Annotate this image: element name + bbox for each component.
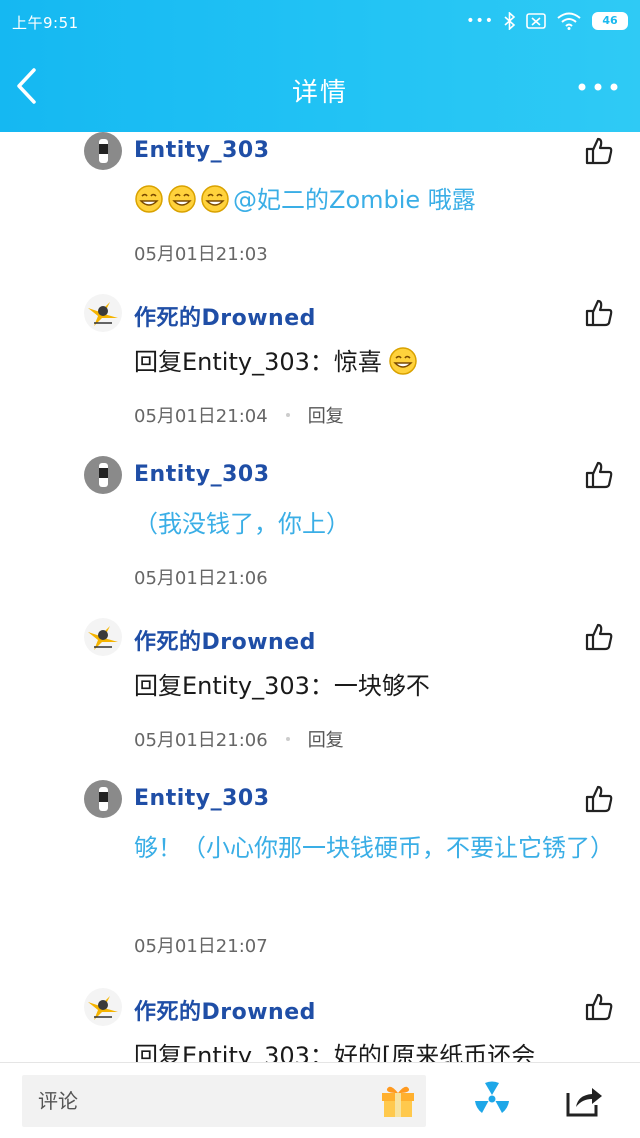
more-dots-icon bbox=[578, 83, 618, 91]
comment-time: 05月01日21:07 bbox=[134, 936, 268, 957]
more-dots-icon: ••• bbox=[466, 13, 494, 29]
comment-text: （我没钱了，你上） bbox=[134, 510, 350, 538]
comment-time: 05月01日21:06 bbox=[134, 730, 268, 751]
comment-item: 作死的Drowned 回复Entity_303：一块够不 05月01日21:06… bbox=[0, 618, 640, 780]
share-button[interactable] bbox=[564, 1079, 604, 1119]
bluetooth-icon bbox=[504, 12, 516, 30]
page-title: 详情 bbox=[291, 78, 348, 108]
comment-text: @妃二的Zombie 哦露 bbox=[134, 180, 624, 220]
comment-text-body: 回复Entity_303：惊喜 bbox=[134, 348, 382, 376]
share-icon bbox=[566, 1088, 602, 1117]
status-time: 上午9:51 bbox=[12, 14, 79, 32]
thumbs-up-icon bbox=[585, 623, 613, 651]
username[interactable]: Entity_303 bbox=[134, 138, 270, 163]
avatar[interactable] bbox=[84, 456, 122, 494]
thumbs-up-icon bbox=[585, 137, 613, 165]
comment-list: Entity_303 @妃二的Zombie 哦露 05月01日21:03 作死的… bbox=[0, 132, 640, 1062]
thumbs-up-icon bbox=[585, 461, 613, 489]
gift-button[interactable] bbox=[378, 1079, 418, 1119]
thumbs-up-icon bbox=[585, 993, 613, 1021]
avatar[interactable] bbox=[84, 294, 122, 332]
reply-button[interactable]: 回复 bbox=[308, 402, 344, 428]
like-button[interactable] bbox=[584, 136, 614, 166]
comment-time: 05月01日21:04 bbox=[134, 406, 268, 427]
avatar[interactable] bbox=[84, 132, 122, 170]
separator-dot bbox=[285, 737, 290, 741]
comment-item: 作死的Drowned 回复Entity_303：惊喜 05月01日21:04 回… bbox=[0, 294, 640, 456]
comment-item: Entity_303 够！（小心你那一块钱硬币，不要让它锈了） 05月01日21… bbox=[0, 780, 640, 986]
sim-icon bbox=[526, 12, 546, 30]
comment-item: 作死的Drowned 回复Entity_303：好的[原来纸币还会 bbox=[0, 988, 640, 1062]
comment-meta: 05月01日21:06 bbox=[134, 564, 268, 590]
comment-text: 回复Entity_303：惊喜 bbox=[134, 342, 624, 382]
more-button[interactable] bbox=[576, 76, 620, 98]
comment-item: Entity_303 @妃二的Zombie 哦露 05月01日21:03 bbox=[0, 132, 640, 292]
mention-link[interactable]: @妃二的Zombie bbox=[233, 186, 420, 214]
like-button[interactable] bbox=[584, 622, 614, 652]
username[interactable]: 作死的Drowned bbox=[134, 300, 316, 332]
status-bar: 上午9:51 ••• 46 bbox=[0, 0, 640, 44]
comment-item: Entity_303 （我没钱了，你上） 05月01日21:06 bbox=[0, 456, 640, 616]
battery-icon: 46 bbox=[592, 12, 628, 30]
grin-emoji-icon bbox=[389, 347, 417, 375]
avatar[interactable] bbox=[84, 988, 122, 1026]
radiation-button[interactable] bbox=[472, 1079, 512, 1119]
thumbs-up-icon bbox=[585, 785, 613, 813]
reply-button[interactable]: 回复 bbox=[308, 726, 344, 752]
comment-input[interactable] bbox=[22, 1075, 426, 1127]
separator-dot bbox=[285, 413, 290, 417]
thumbs-up-icon bbox=[585, 299, 613, 327]
username[interactable]: Entity_303 bbox=[134, 462, 270, 487]
wifi-icon bbox=[556, 12, 582, 30]
comment-text: 够！（小心你那一块钱硬币，不要让它锈了） bbox=[134, 834, 614, 862]
comment-text: 回复Entity_303：好的[原来纸币还会 bbox=[134, 1042, 536, 1062]
like-button[interactable] bbox=[584, 992, 614, 1022]
username[interactable]: 作死的Drowned bbox=[134, 994, 316, 1026]
comment-text-tail: 哦露 bbox=[420, 186, 476, 214]
bottom-bar bbox=[0, 1062, 640, 1138]
grin-emoji-icon bbox=[168, 185, 196, 213]
comment-meta: 05月01日21:03 bbox=[134, 240, 268, 266]
username[interactable]: 作死的Drowned bbox=[134, 624, 316, 656]
comment-meta: 05月01日21:07 bbox=[134, 932, 268, 958]
comment-text: 回复Entity_303：一块够不 bbox=[134, 672, 430, 700]
comment-meta: 05月01日21:06 回复 bbox=[134, 726, 344, 752]
radiation-icon bbox=[475, 1081, 509, 1113]
comment-time: 05月01日21:06 bbox=[134, 568, 268, 589]
username[interactable]: Entity_303 bbox=[134, 786, 270, 811]
comment-time: 05月01日21:03 bbox=[134, 244, 268, 265]
comment-meta: 05月01日21:04 回复 bbox=[134, 402, 344, 428]
avatar[interactable] bbox=[84, 780, 122, 818]
grin-emoji-icon bbox=[201, 185, 229, 213]
like-button[interactable] bbox=[584, 298, 614, 328]
status-icons: ••• 46 bbox=[466, 10, 628, 32]
gift-icon bbox=[382, 1086, 414, 1117]
app-header: 上午9:51 ••• 46 详情 bbox=[0, 0, 640, 132]
avatar[interactable] bbox=[84, 618, 122, 656]
grin-emoji-icon bbox=[135, 185, 163, 213]
like-button[interactable] bbox=[584, 784, 614, 814]
like-button[interactable] bbox=[584, 460, 614, 490]
